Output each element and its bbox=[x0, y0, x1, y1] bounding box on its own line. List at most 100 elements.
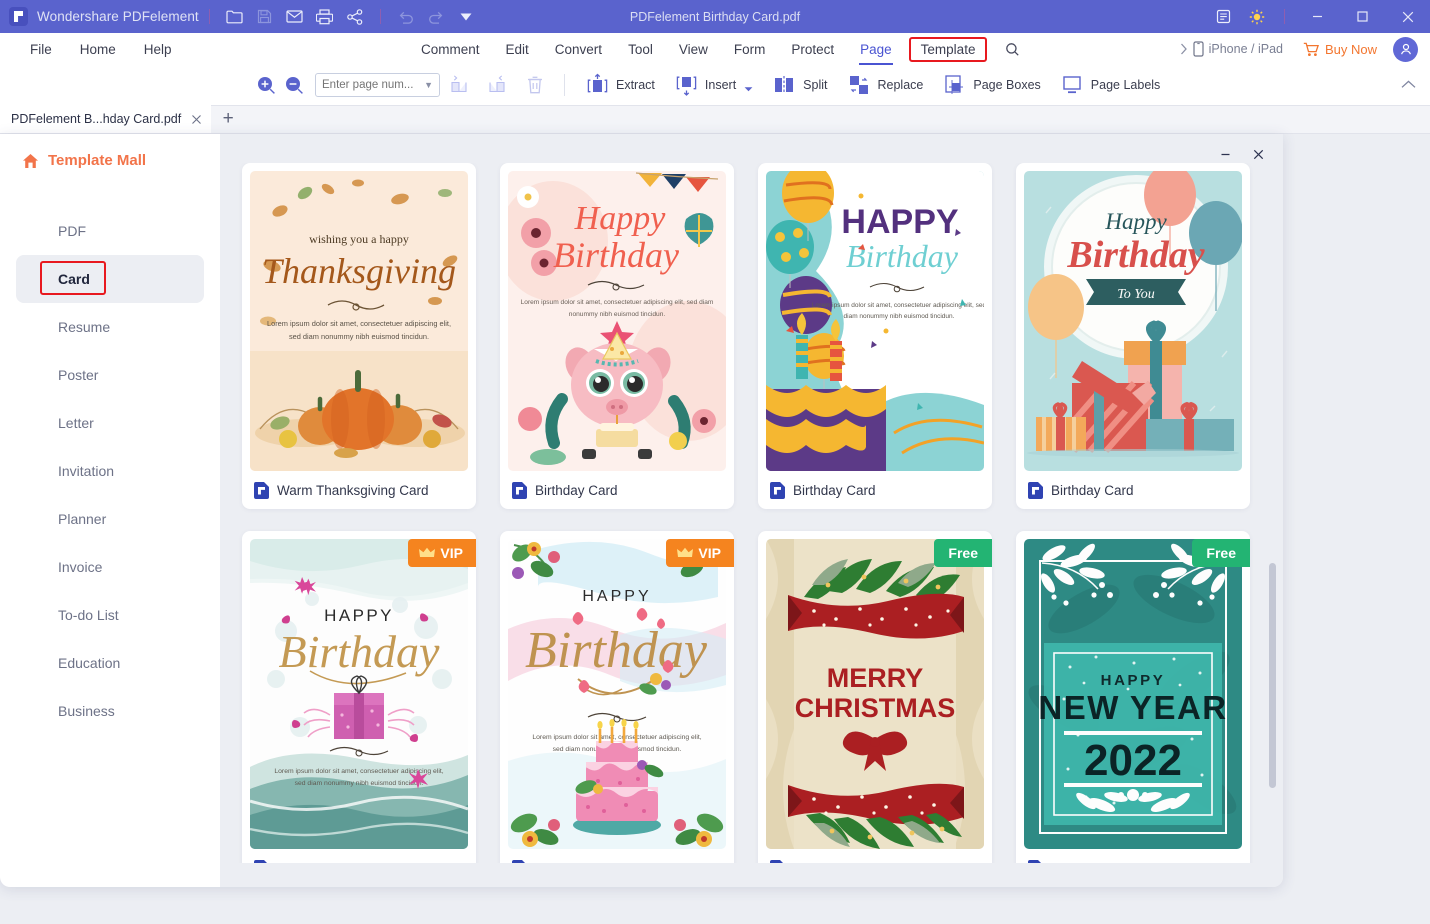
sidebar-item-poster[interactable]: Poster bbox=[16, 351, 204, 399]
menu-item-page[interactable]: Page bbox=[847, 38, 905, 65]
badge-label: Free bbox=[948, 545, 978, 561]
menu-left-group: File Home Help bbox=[16, 38, 186, 61]
badge-label: VIP bbox=[698, 545, 721, 561]
share-icon[interactable] bbox=[340, 4, 370, 30]
status-badge-vip: VIP bbox=[666, 539, 734, 567]
svg-text:MERRY: MERRY bbox=[827, 663, 924, 693]
close-icon[interactable] bbox=[191, 114, 202, 125]
new-tab-button[interactable]: + bbox=[211, 105, 245, 133]
template-thumbnail: HAPPY Birthday Lorem ipsum dolor sit ame… bbox=[766, 171, 984, 471]
gifts-birthday-art: Happy Birthday To You bbox=[1024, 171, 1242, 471]
maximize-button[interactable] bbox=[1340, 0, 1385, 33]
template-card[interactable]: Happy Birthday Lorem ipsum dolor sit ame… bbox=[500, 163, 734, 509]
redo-icon[interactable] bbox=[421, 4, 451, 30]
print-icon[interactable] bbox=[310, 4, 340, 30]
menu-item-tool[interactable]: Tool bbox=[615, 38, 666, 61]
template-card[interactable]: Free bbox=[758, 531, 992, 863]
app-logo-icon bbox=[9, 7, 28, 26]
template-caption: Birthday Card bbox=[508, 471, 726, 509]
menu-item-edit[interactable]: Edit bbox=[493, 38, 542, 61]
menu-item-form[interactable]: Form bbox=[721, 38, 779, 61]
zoom-out-icon[interactable] bbox=[280, 71, 308, 99]
sidebar-item-invoice[interactable]: Invoice bbox=[16, 543, 204, 591]
sidebar-item-letter[interactable]: Letter bbox=[16, 399, 204, 447]
page-labels-label: Page Labels bbox=[1090, 78, 1161, 92]
balloons-cake-art: HAPPY Birthday Lorem ipsum dolor sit ame… bbox=[766, 171, 984, 471]
theme-sun-icon[interactable] bbox=[1240, 4, 1274, 30]
search-icon[interactable] bbox=[997, 36, 1027, 62]
template-grid-scrollbar[interactable] bbox=[1269, 163, 1276, 863]
phone-icon bbox=[1193, 41, 1204, 57]
menu-item-comment[interactable]: Comment bbox=[408, 38, 493, 61]
ribbon-toolbar: ▼ Extract Insert Spl bbox=[0, 65, 1430, 106]
delete-icon[interactable] bbox=[516, 70, 554, 100]
rotate-right-icon[interactable] bbox=[478, 70, 516, 100]
menu-item-template[interactable]: Template bbox=[908, 36, 988, 62]
insert-button[interactable]: Insert bbox=[664, 70, 762, 100]
sidebar-item-education[interactable]: Education bbox=[16, 639, 204, 687]
save-icon[interactable] bbox=[250, 4, 280, 30]
page-number-input[interactable]: ▼ bbox=[315, 73, 440, 97]
dialog-minimize-button[interactable] bbox=[1209, 140, 1242, 168]
minimize-button[interactable] bbox=[1295, 0, 1340, 33]
undo-icon[interactable] bbox=[391, 4, 421, 30]
chevron-down-icon[interactable]: ▼ bbox=[424, 80, 433, 90]
template-card[interactable]: HAPPY Birthday Lorem ipsum dolor sit ame… bbox=[758, 163, 992, 509]
sidebar-item-pdf[interactable]: PDF bbox=[16, 207, 204, 255]
template-thumbnail: Happy Birthday To You bbox=[1024, 171, 1242, 471]
template-card[interactable]: VIP HAPPY Birthday Lorem ipsum dolor sit… bbox=[242, 531, 476, 863]
mobile-app-label: iPhone / iPad bbox=[1208, 42, 1283, 56]
thanksgiving-art: wishing you a happy Thanksgiving Lorem i… bbox=[250, 171, 468, 471]
menu-item-convert[interactable]: Convert bbox=[542, 38, 615, 61]
page-labels-button[interactable]: Page Labels bbox=[1050, 70, 1170, 100]
svg-text:nonummy nibh euismod tincidun.: nonummy nibh euismod tincidun. bbox=[569, 311, 666, 318]
email-icon[interactable] bbox=[280, 4, 310, 30]
template-card[interactable]: Free bbox=[1016, 531, 1250, 863]
dialog-close-button[interactable] bbox=[1242, 140, 1275, 168]
pdf-file-icon bbox=[512, 859, 527, 863]
mobile-app-link[interactable]: iPhone / iPad bbox=[1180, 41, 1283, 57]
sidebar-item-todo-list[interactable]: To-do List bbox=[16, 591, 204, 639]
scrollbar-thumb[interactable] bbox=[1269, 563, 1276, 788]
sidebar-item-card[interactable]: Card bbox=[16, 255, 204, 303]
zoom-in-icon[interactable] bbox=[252, 71, 280, 99]
folder-icon[interactable] bbox=[220, 4, 250, 30]
divider bbox=[208, 9, 210, 24]
menu-item-home[interactable]: Home bbox=[66, 38, 130, 61]
home-icon bbox=[22, 153, 39, 169]
template-card[interactable]: wishing you a happy Thanksgiving Lorem i… bbox=[242, 163, 476, 509]
sidebar-item-business[interactable]: Business bbox=[16, 687, 204, 735]
page-boxes-icon bbox=[945, 75, 964, 94]
more-options-icon[interactable] bbox=[451, 4, 481, 30]
page-number-field[interactable] bbox=[322, 79, 423, 91]
template-caption: Warm Thanksgiving Card bbox=[250, 471, 468, 509]
sidebar-item-label: Resume bbox=[58, 319, 111, 335]
sidebar-item-invitation[interactable]: Invitation bbox=[16, 447, 204, 495]
notes-icon[interactable] bbox=[1206, 4, 1240, 30]
user-avatar[interactable] bbox=[1393, 36, 1418, 62]
close-button[interactable] bbox=[1385, 0, 1430, 33]
svg-text:Happy: Happy bbox=[574, 200, 667, 237]
chevron-right-icon bbox=[1180, 43, 1187, 55]
template-name: Happy New Year bbox=[1051, 861, 1152, 864]
sidebar-item-resume[interactable]: Resume bbox=[16, 303, 204, 351]
page-boxes-button[interactable]: Page Boxes bbox=[932, 70, 1049, 100]
template-grid-panel: wishing you a happy Thanksgiving Lorem i… bbox=[220, 134, 1283, 887]
document-tab-bar: PDFelement B...hday Card.pdf + bbox=[0, 105, 1430, 134]
menu-item-help[interactable]: Help bbox=[130, 38, 186, 61]
chevron-up-icon[interactable] bbox=[1401, 76, 1416, 94]
template-card[interactable]: VIP HAPPY Birthday Lorem ipsum dolor sit… bbox=[500, 531, 734, 863]
document-tab[interactable]: PDFelement B...hday Card.pdf bbox=[0, 105, 212, 133]
menu-item-view[interactable]: View bbox=[666, 38, 721, 61]
replace-button[interactable]: Replace bbox=[837, 70, 933, 100]
rotate-left-icon[interactable] bbox=[440, 70, 478, 100]
sidebar-item-planner[interactable]: Planner bbox=[16, 495, 204, 543]
sidebar-item-label: Business bbox=[58, 703, 115, 719]
menu-item-file[interactable]: File bbox=[16, 38, 66, 61]
template-card[interactable]: Happy Birthday To You Birthday Card bbox=[1016, 163, 1250, 509]
menu-item-protect[interactable]: Protect bbox=[778, 38, 847, 61]
template-thumbnail: wishing you a happy Thanksgiving Lorem i… bbox=[250, 171, 468, 471]
extract-button[interactable]: Extract bbox=[575, 70, 664, 100]
split-button[interactable]: Split bbox=[762, 70, 836, 100]
buy-now-button[interactable]: Buy Now bbox=[1303, 42, 1377, 57]
